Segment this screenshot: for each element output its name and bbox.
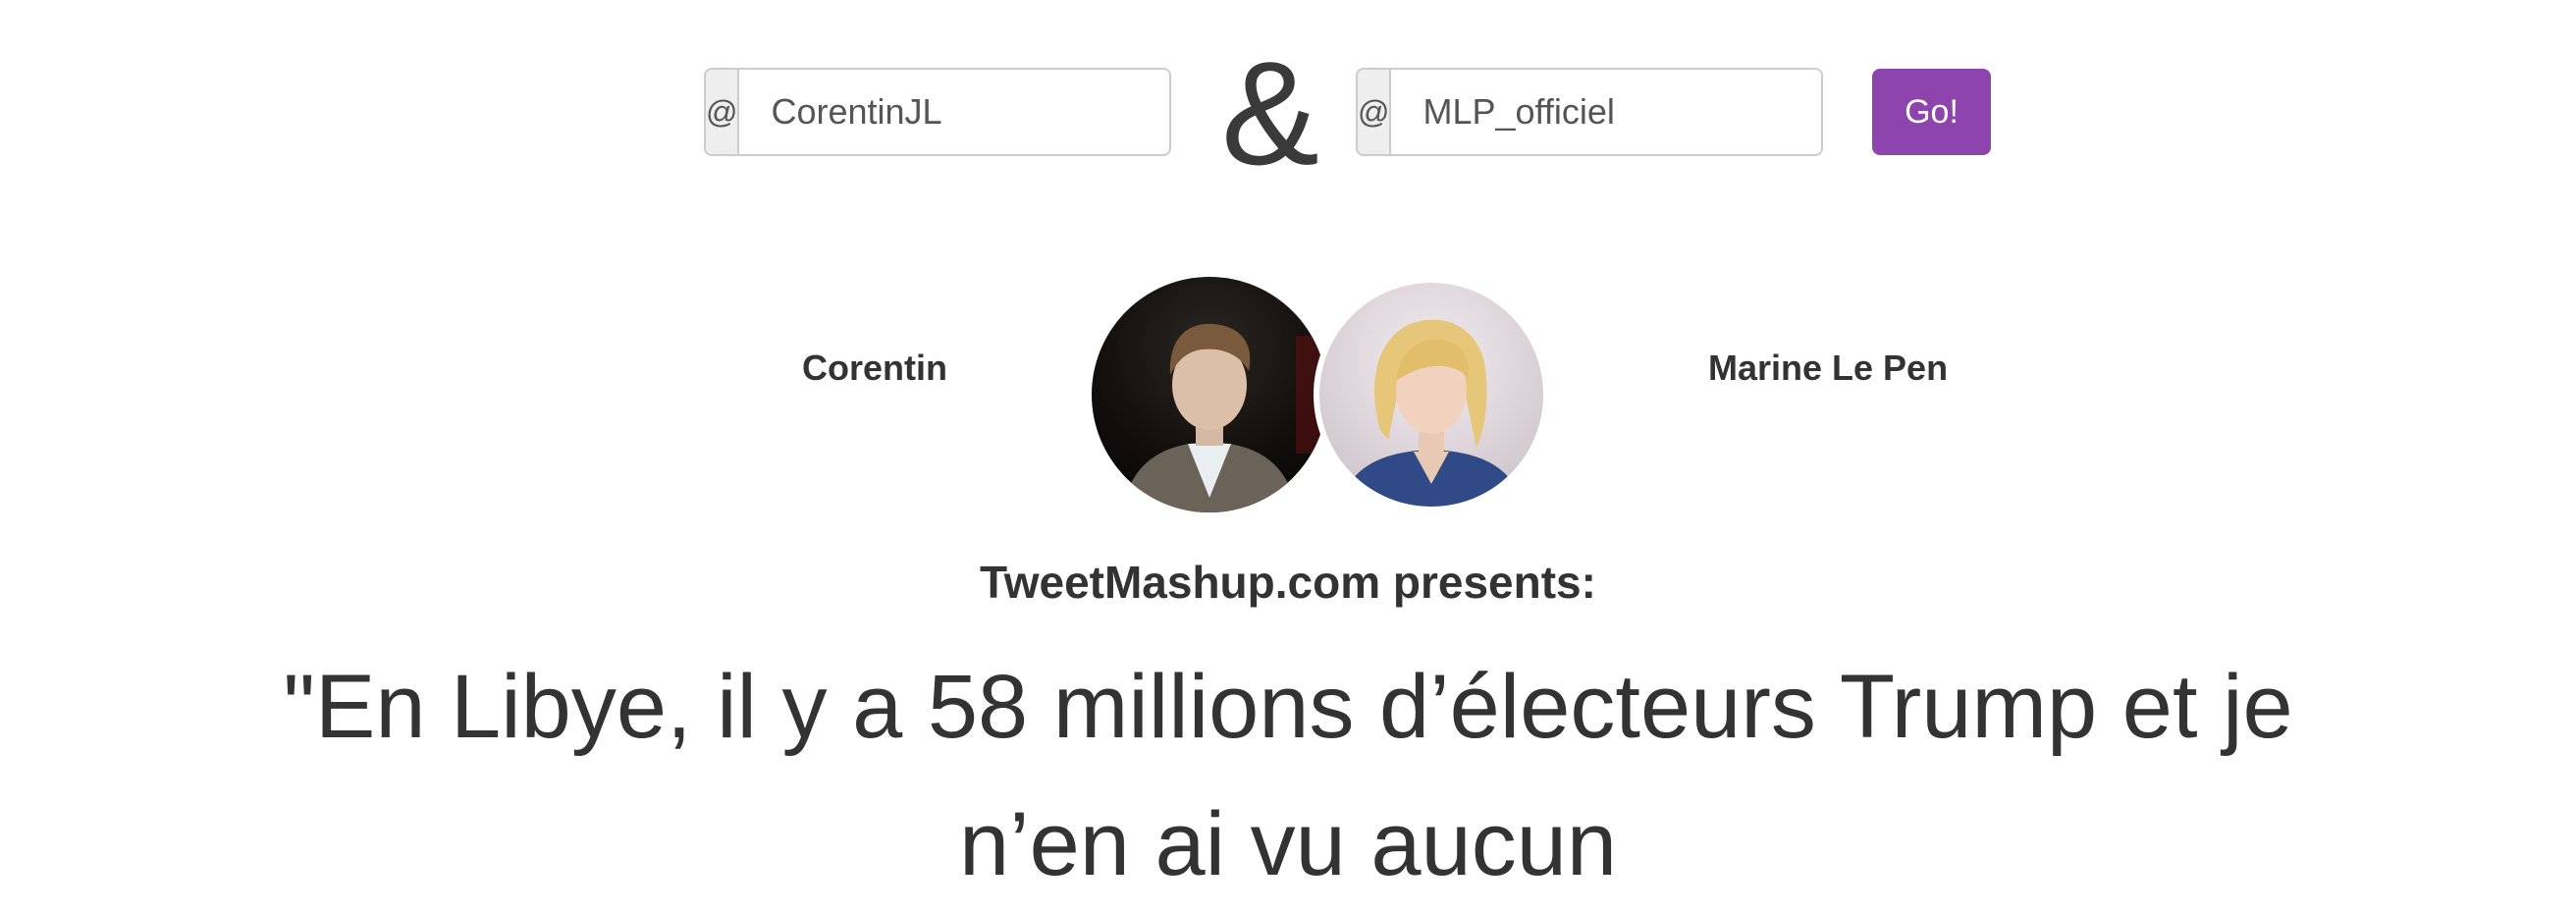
person-portrait-icon xyxy=(1121,323,1327,512)
right-handle-input[interactable] xyxy=(1391,70,1821,154)
left-avatar xyxy=(1092,277,1327,512)
go-button[interactable]: Go! xyxy=(1872,69,1991,155)
left-profile-name: Corentin xyxy=(802,348,947,388)
mashup-quote: "En Libye, il y a 58 millions d’électeur… xyxy=(283,657,2293,894)
right-profile-name: Marine Le Pen xyxy=(1708,348,1949,388)
right-avatar xyxy=(1314,277,1549,512)
right-handle-input-group: @ xyxy=(1356,68,1823,156)
right-at-addon: @ xyxy=(1358,70,1392,154)
left-at-addon: @ xyxy=(706,70,740,154)
ampersand-symbol: & xyxy=(1220,30,1320,195)
person-portrait-icon xyxy=(1339,319,1524,507)
presents-heading: TweetMashup.com presents: xyxy=(980,557,1596,608)
left-handle-input-group: @ xyxy=(704,68,1171,156)
left-handle-input[interactable] xyxy=(739,70,1169,154)
